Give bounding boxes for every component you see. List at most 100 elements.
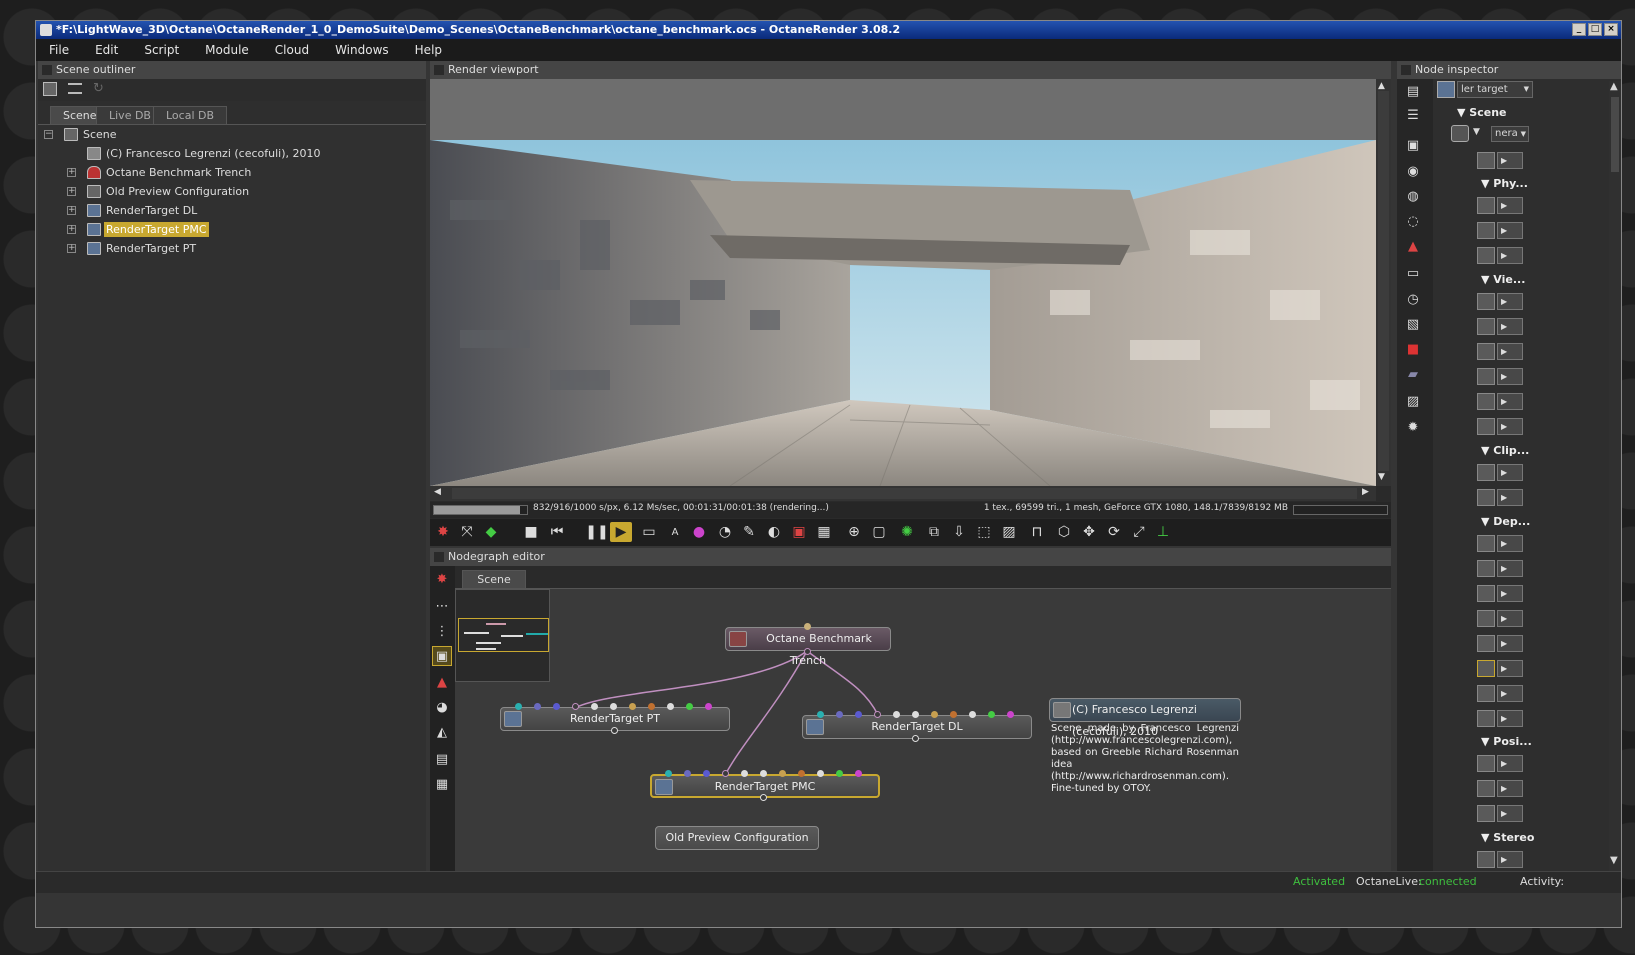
- param-expand-button[interactable]: ▶: [1497, 685, 1523, 702]
- param-node-icon[interactable]: [1477, 343, 1495, 360]
- picker-icon[interactable]: ✺: [896, 522, 918, 542]
- start-icon[interactable]: ▶: [610, 522, 632, 542]
- viewport-lock-icon[interactable]: ▢: [868, 522, 890, 542]
- node-input-pin[interactable]: [629, 703, 636, 710]
- subsample-icon[interactable]: ▦: [813, 522, 835, 542]
- node-input-pin[interactable]: [912, 711, 919, 718]
- sphere-icon[interactable]: ◔: [714, 522, 736, 542]
- copy-icon[interactable]: ⧉: [923, 522, 945, 542]
- node-input-pin[interactable]: [741, 770, 748, 777]
- node-input-pin[interactable]: [836, 770, 843, 777]
- material-icon[interactable]: ◕: [432, 697, 452, 717]
- nodegraph-tab-scene[interactable]: Scene: [462, 570, 526, 588]
- render-target-icon[interactable]: ▣: [432, 646, 452, 666]
- node-output-pin[interactable]: [611, 727, 618, 734]
- menu-file[interactable]: File: [36, 43, 82, 57]
- info-channel-icon[interactable]: ◐: [763, 522, 785, 542]
- light-icon[interactable]: ✹: [1403, 417, 1423, 437]
- geometry-icon[interactable]: ▲: [432, 672, 452, 692]
- tree-item-scene[interactable]: − Scene: [42, 125, 422, 144]
- param-expand-button[interactable]: ▶: [1497, 418, 1523, 435]
- menu-windows[interactable]: Windows: [322, 43, 402, 57]
- render-target-icon[interactable]: ▣: [1403, 135, 1423, 155]
- refresh-icon[interactable]: ↻: [93, 81, 104, 96]
- maximize-button[interactable]: □: [1588, 23, 1602, 36]
- inspector-section-header[interactable]: ▼ Phy...: [1481, 177, 1528, 190]
- param-expand-button[interactable]: ▶: [1497, 343, 1523, 360]
- param-expand-button[interactable]: ▶: [1497, 197, 1523, 214]
- environment-icon[interactable]: ◍: [1403, 186, 1423, 206]
- node-input-pin[interactable]: [836, 711, 843, 718]
- geometry-icon[interactable]: ▲: [1403, 236, 1423, 256]
- param-expand-button[interactable]: ▶: [1497, 368, 1523, 385]
- camera-selector[interactable]: nera ▼: [1491, 126, 1529, 142]
- node-selector[interactable]: ler target ▼: [1457, 81, 1533, 98]
- zoom-icon[interactable]: ⊕: [843, 522, 865, 542]
- param-expand-button[interactable]: ▶: [1497, 755, 1523, 772]
- collapse-all-icon[interactable]: [68, 83, 82, 94]
- node-input-pin[interactable]: [855, 711, 862, 718]
- kernel-icon[interactable]: ◷: [1403, 289, 1423, 309]
- node-input-pin[interactable]: [798, 770, 805, 777]
- viewport-vscroll[interactable]: ▲ ▼: [1376, 79, 1391, 486]
- node-input-pin[interactable]: [515, 703, 522, 710]
- menu-help[interactable]: Help: [402, 43, 455, 57]
- tree-item-rt-dl[interactable]: + RenderTarget DL: [42, 201, 422, 220]
- param-node-icon[interactable]: [1477, 489, 1495, 506]
- reset-render-icon[interactable]: ✸: [432, 522, 454, 542]
- minimize-button[interactable]: _: [1572, 23, 1586, 36]
- param-expand-button[interactable]: ▶: [1497, 222, 1523, 239]
- menu-edit[interactable]: Edit: [82, 43, 131, 57]
- node-input-pin[interactable]: [931, 711, 938, 718]
- grid-icon[interactable]: ▦: [432, 774, 452, 794]
- display-icon[interactable]: ▭: [638, 522, 660, 542]
- param-node-icon[interactable]: [1477, 780, 1495, 797]
- close-button[interactable]: ×: [1604, 23, 1618, 36]
- param-node-icon[interactable]: [1477, 710, 1495, 727]
- param-node-icon[interactable]: [1477, 610, 1495, 627]
- param-node-icon[interactable]: [1477, 293, 1495, 310]
- param-expand-button[interactable]: ▶: [1497, 805, 1523, 822]
- param-expand-button[interactable]: ▶: [1497, 660, 1523, 677]
- color-wheel-icon[interactable]: ●: [688, 522, 710, 542]
- postproc-icon[interactable]: ■: [1403, 339, 1423, 359]
- node-input-pin[interactable]: [648, 703, 655, 710]
- expand-icon[interactable]: ▤: [1403, 81, 1423, 101]
- node-input-pin[interactable]: [686, 703, 693, 710]
- param-expand-button[interactable]: ▶: [1497, 851, 1523, 868]
- stop-icon[interactable]: ■: [520, 522, 542, 542]
- tree-item-rt-pt[interactable]: + RenderTarget PT: [42, 239, 422, 258]
- inspector-scrollbar[interactable]: ▲ ▼: [1609, 81, 1621, 871]
- param-node-icon[interactable]: [1477, 805, 1495, 822]
- param-node-icon[interactable]: [1477, 560, 1495, 577]
- grid-icon[interactable]: ▨: [998, 522, 1020, 542]
- comment-node[interactable]: (C) Francesco Legrenzi (cecofuli), 2010: [1049, 698, 1241, 738]
- visible-env-icon[interactable]: ◌: [1403, 211, 1423, 231]
- node-input-pin[interactable]: [969, 711, 976, 718]
- param-node-icon[interactable]: [1477, 152, 1495, 169]
- save-image-icon[interactable]: ⇩: [948, 522, 970, 542]
- render-canvas-area[interactable]: [430, 79, 1376, 486]
- param-node-icon[interactable]: [1477, 464, 1495, 481]
- menu-module[interactable]: Module: [192, 43, 262, 57]
- param-node-icon[interactable]: [1477, 851, 1495, 868]
- param-expand-button[interactable]: ▶: [1497, 318, 1523, 335]
- node-old-preview[interactable]: Old Preview Configuration: [655, 826, 819, 850]
- tree-item-benchmark[interactable]: + Octane Benchmark Trench: [42, 163, 422, 182]
- inspector-section-header[interactable]: ▼ Vie...: [1481, 273, 1525, 286]
- inspector-section-header[interactable]: ▼ Stereo: [1481, 831, 1534, 844]
- param-node-icon[interactable]: [1477, 247, 1495, 264]
- node-input-pin[interactable]: [722, 770, 729, 777]
- outliner-tab-local-db[interactable]: Local DB: [153, 106, 228, 124]
- tree-item-old-preview[interactable]: + Old Preview Configuration: [42, 182, 422, 201]
- viewport-hscroll[interactable]: ◀ ▶: [430, 486, 1376, 501]
- restart-icon[interactable]: ⏮: [546, 522, 568, 542]
- node-input-pin[interactable]: [667, 703, 674, 710]
- node-input-pin[interactable]: [874, 711, 881, 718]
- param-expand-button[interactable]: ▶: [1497, 152, 1523, 169]
- param-node-icon[interactable]: [1477, 393, 1495, 410]
- node-input-pin[interactable]: [534, 703, 541, 710]
- node-input-pin[interactable]: [760, 770, 767, 777]
- pause-icon[interactable]: ❚❚: [585, 522, 608, 542]
- cube-color-icon[interactable]: ◆: [480, 522, 502, 542]
